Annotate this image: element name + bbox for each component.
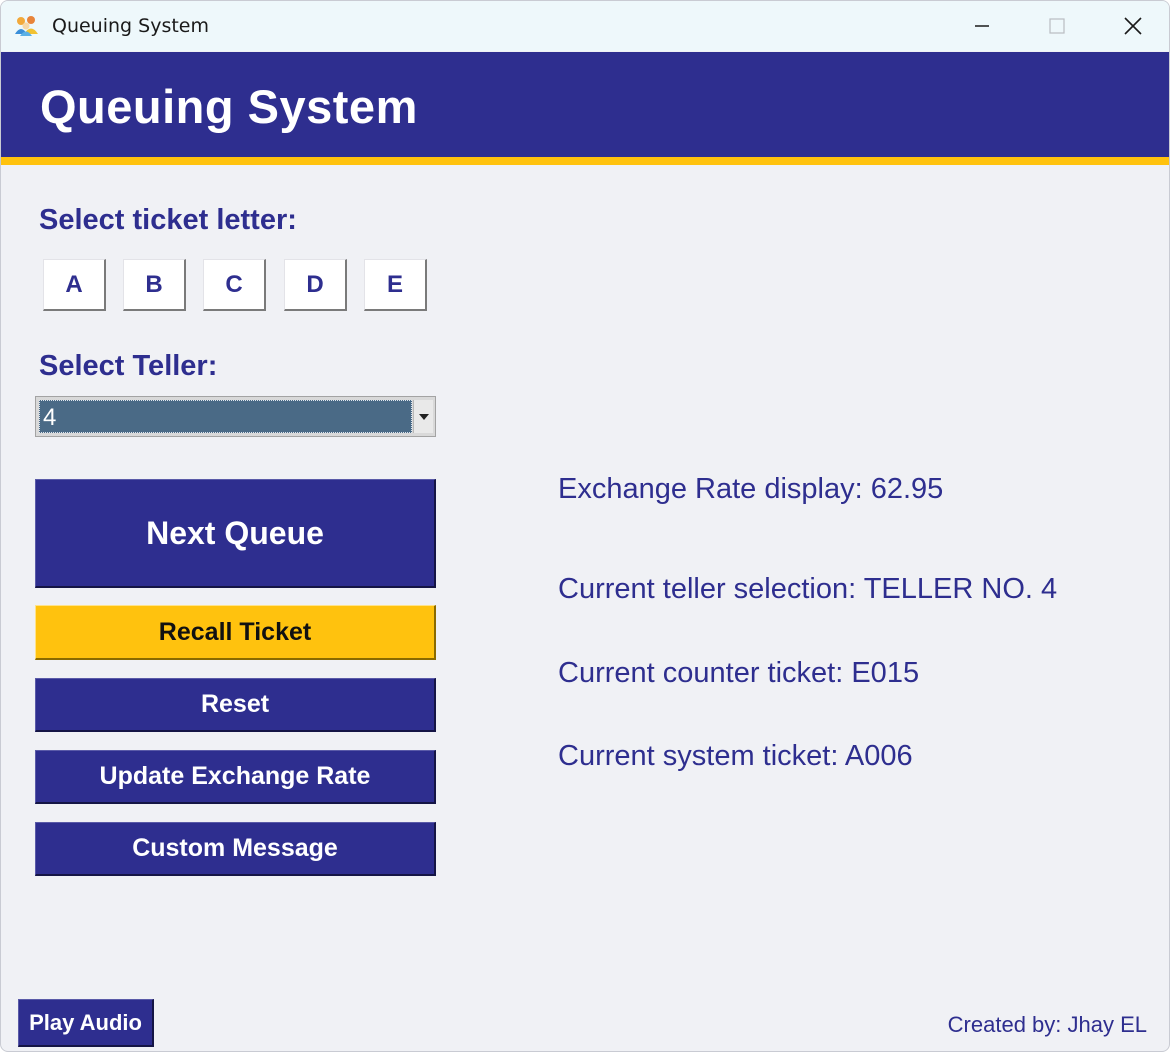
recall-ticket-button[interactable]: Recall Ticket <box>35 605 436 660</box>
letter-button-d[interactable]: D <box>284 259 347 311</box>
app-window: Queuing System Queuing System Select tic… <box>0 0 1170 1052</box>
chevron-down-icon[interactable] <box>413 400 433 433</box>
letter-button-e[interactable]: E <box>364 259 427 311</box>
window-title: Queuing System <box>52 15 210 37</box>
current-counter-ticket: Current counter ticket: E015 <box>558 657 920 689</box>
teller-label: Select Teller: <box>39 350 218 382</box>
exchange-rate-display: Exchange Rate display: 62.95 <box>558 473 944 505</box>
teller-select[interactable]: 4 <box>35 396 436 437</box>
letter-button-b[interactable]: B <box>123 259 186 311</box>
page-title: Queuing System <box>40 80 418 133</box>
maximize-button[interactable] <box>1029 1 1085 51</box>
current-system-ticket: Current system ticket: A006 <box>558 740 913 772</box>
teller-select-value[interactable]: 4 <box>39 400 412 433</box>
credit-text: Created by: Jhay EL <box>947 1012 1147 1037</box>
header-accent-bar <box>1 157 1169 165</box>
play-audio-button[interactable]: Play Audio <box>18 999 154 1047</box>
reset-button[interactable]: Reset <box>35 678 436 732</box>
minimize-icon <box>975 25 989 27</box>
letter-button-c[interactable]: C <box>203 259 266 311</box>
minimize-button[interactable] <box>954 1 1010 51</box>
current-teller-selection: Current teller selection: TELLER NO. 4 <box>558 573 1058 605</box>
close-icon <box>1124 17 1142 35</box>
update-exchange-rate-button[interactable]: Update Exchange Rate <box>35 750 436 804</box>
people-group-icon <box>14 15 40 37</box>
maximize-icon <box>1049 18 1065 34</box>
title-bar: Queuing System <box>1 1 1169 51</box>
letter-button-a[interactable]: A <box>43 259 106 311</box>
ticket-letter-label: Select ticket letter: <box>39 204 297 236</box>
custom-message-button[interactable]: Custom Message <box>35 822 436 876</box>
close-button[interactable] <box>1105 1 1161 51</box>
next-queue-button[interactable]: Next Queue <box>35 479 436 588</box>
